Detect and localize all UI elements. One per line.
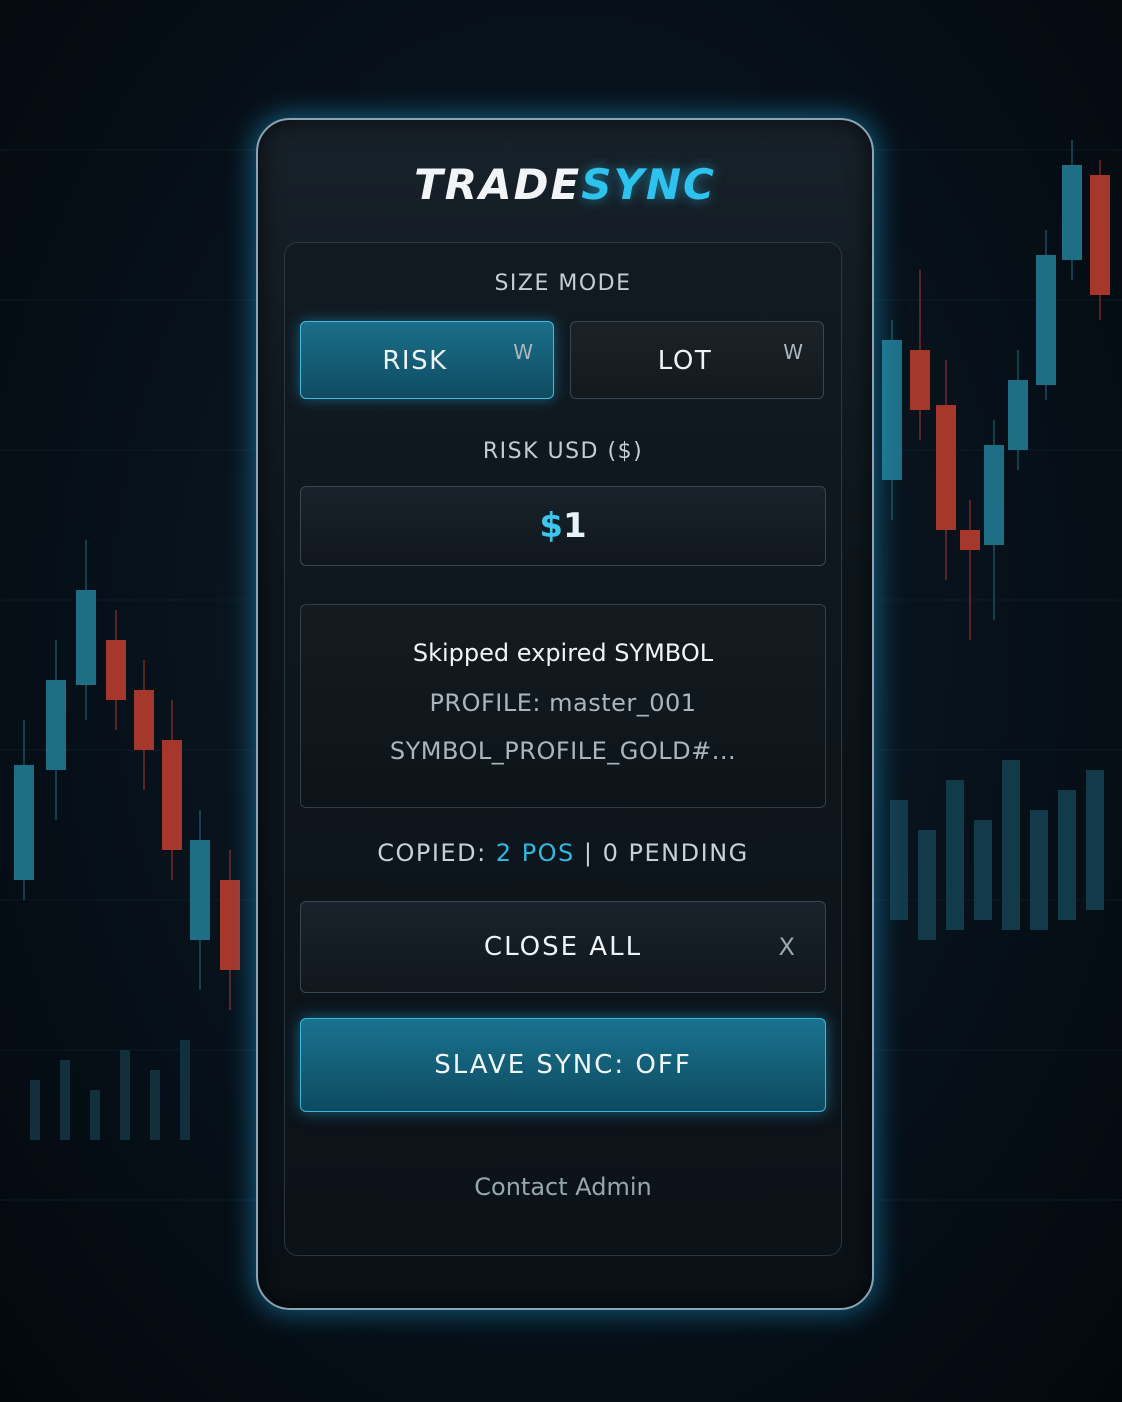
brand-logo: TRADESYNC: [258, 160, 872, 209]
brand-text-trade: TRADE: [414, 160, 582, 209]
size-mode-lot-button[interactable]: LOT W: [570, 321, 824, 399]
stats-positions: 2 POS: [495, 839, 575, 867]
risk-amount-input[interactable]: $1: [300, 486, 826, 566]
tradesync-panel: TRADESYNC SIZE MODE RISK W LOT W RISK US…: [256, 118, 874, 1310]
copied-stats: COPIED: 2 POS | 0 PENDING: [285, 839, 841, 867]
status-notice-box: Skipped expired SYMBOL PROFILE: master_0…: [300, 604, 826, 808]
right-candles: [882, 140, 1110, 940]
risk-amount-value: 1: [563, 506, 587, 546]
stats-separator: |: [574, 839, 603, 867]
contact-admin-link[interactable]: Contact Admin: [285, 1173, 841, 1201]
size-mode-risk-button[interactable]: RISK W: [300, 321, 554, 399]
notice-message: Skipped expired SYMBOL: [412, 639, 714, 667]
size-mode-label: SIZE MODE: [494, 271, 632, 296]
currency-symbol: $: [539, 506, 563, 546]
risk-usd-label: RISK USD ($): [482, 439, 644, 464]
notice-symbol: SYMBOL_PROFILE_GOLD#...: [389, 737, 737, 765]
close-all-label: CLOSE ALL: [483, 932, 643, 962]
slave-sync-toggle-button[interactable]: SLAVE SYNC: OFF: [300, 1018, 826, 1112]
brand-text-sync: SYNC: [581, 160, 716, 209]
lot-option-hint: W: [783, 340, 803, 364]
settings-card: SIZE MODE RISK W LOT W RISK USD ($) $1 S…: [284, 242, 842, 1256]
risk-option-hint: W: [513, 340, 533, 364]
close-all-button[interactable]: CLOSE ALL X: [300, 901, 826, 993]
notice-profile: PROFILE: master_001: [429, 689, 697, 717]
close-icon: X: [778, 933, 797, 961]
stats-pending: 0 PENDING: [602, 839, 749, 867]
slave-sync-label: SLAVE SYNC: OFF: [434, 1050, 692, 1080]
stats-prefix: COPIED:: [377, 839, 496, 867]
lot-option-label: LOT: [657, 346, 713, 376]
risk-option-label: RISK: [382, 346, 448, 376]
